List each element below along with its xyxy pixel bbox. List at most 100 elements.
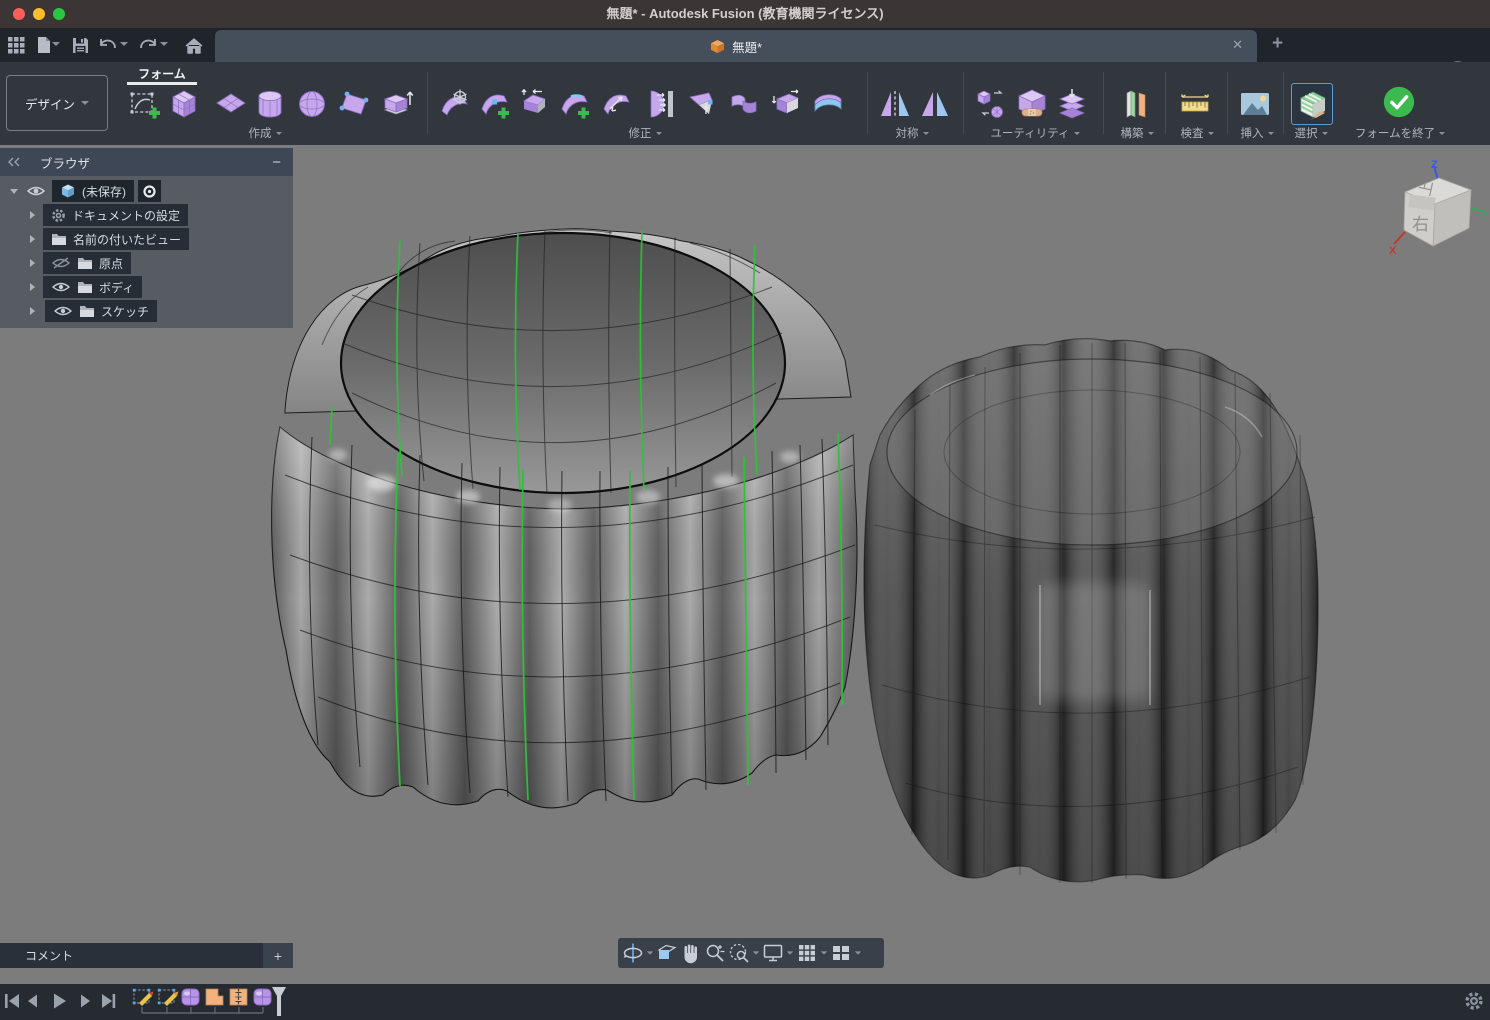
- orbit-icon[interactable]: [622, 942, 644, 964]
- timeline-item-form2[interactable]: [254, 989, 271, 1005]
- timeline-items[interactable]: [128, 984, 298, 1020]
- chevron-right-icon[interactable]: [30, 307, 35, 315]
- flip-normal-icon[interactable]: [726, 86, 762, 122]
- group-label-finish-form[interactable]: フォームを終了: [1340, 126, 1460, 140]
- browser-item-bodies[interactable]: ボディ: [0, 275, 293, 299]
- edit-form-icon[interactable]: [437, 86, 473, 122]
- play-icon: [54, 994, 66, 1009]
- timeline-playback-controls[interactable]: [4, 991, 122, 1011]
- chevron-right-icon[interactable]: [30, 283, 35, 291]
- browser-item-document-settings[interactable]: ドキュメントの設定: [0, 203, 293, 227]
- look-at-icon[interactable]: [656, 942, 678, 964]
- folder-icon: [77, 280, 93, 294]
- fit-icon[interactable]: [728, 942, 750, 964]
- new-tab-button[interactable]: +: [1272, 34, 1283, 54]
- browser-root-row[interactable]: (未保存): [0, 179, 293, 203]
- subdivide-icon[interactable]: [517, 86, 553, 122]
- collapse-panel-icon[interactable]: [8, 157, 20, 167]
- add-comment-button[interactable]: +: [263, 943, 293, 968]
- sphere-icon[interactable]: [294, 86, 330, 122]
- insert-point-icon[interactable]: [477, 86, 513, 122]
- view-cube[interactable]: 上 右 Z Y X: [1383, 158, 1489, 266]
- group-label-create[interactable]: 作成: [228, 126, 302, 140]
- viewports-icon[interactable]: [830, 942, 852, 964]
- browser-item-origin[interactable]: 原点: [0, 251, 293, 275]
- group-label-modify[interactable]: 修正: [608, 126, 682, 140]
- repair-body-icon[interactable]: [1014, 86, 1050, 122]
- extrude-icon[interactable]: [379, 86, 415, 122]
- bevel-edge-icon[interactable]: [642, 86, 678, 122]
- comments-panel[interactable]: コメント +: [0, 943, 293, 968]
- create-sketch-icon[interactable]: [126, 86, 162, 122]
- circular-symmetry-icon[interactable]: [917, 86, 953, 122]
- radio-active-icon[interactable]: [143, 185, 156, 198]
- undo-icon[interactable]: [96, 33, 120, 57]
- viewcube-front-label[interactable]: 右: [1412, 215, 1429, 234]
- finish-form-icon[interactable]: [1381, 84, 1417, 120]
- fit-dropdown[interactable]: [753, 951, 759, 954]
- insert-edge-icon[interactable]: [557, 86, 593, 122]
- unweld-edges-icon[interactable]: [768, 86, 804, 122]
- eye-icon[interactable]: [26, 184, 46, 198]
- pan-icon[interactable]: [680, 942, 702, 964]
- measure-icon[interactable]: [1177, 86, 1213, 122]
- eye-icon[interactable]: [51, 280, 71, 294]
- make-uniform-icon[interactable]: [1054, 86, 1090, 122]
- tspline-body-left[interactable]: [272, 229, 857, 808]
- display-settings-icon[interactable]: [762, 942, 784, 964]
- grid-dropdown[interactable]: [821, 951, 827, 954]
- new-file-dropdown[interactable]: [52, 42, 60, 46]
- face-icon[interactable]: [336, 86, 372, 122]
- timeline-settings-gear-icon[interactable]: [1464, 991, 1484, 1011]
- browser-item-sketches[interactable]: スケッチ: [0, 299, 293, 323]
- home-icon[interactable]: [182, 33, 206, 57]
- cylinder-icon[interactable]: [252, 86, 288, 122]
- zoom-window-button[interactable]: [53, 8, 65, 20]
- zoom-icon[interactable]: [704, 942, 726, 964]
- redo-dropdown[interactable]: [160, 42, 168, 46]
- document-tab[interactable]: 無題* ✕: [215, 30, 1257, 62]
- browser-item-named-views[interactable]: 名前の付いたビュー: [0, 227, 293, 251]
- timeline-item-sketch2[interactable]: [158, 989, 179, 1006]
- display-dropdown[interactable]: [787, 951, 793, 954]
- box-icon[interactable]: [166, 86, 202, 122]
- timeline-item-sketch1[interactable]: [133, 989, 154, 1006]
- thicken-icon[interactable]: [810, 86, 846, 122]
- grid-display-icon[interactable]: [796, 942, 818, 964]
- workspace-switcher[interactable]: デザイン: [6, 75, 108, 131]
- insert-image-icon[interactable]: [1237, 86, 1273, 122]
- close-tab-icon[interactable]: ✕: [1232, 37, 1243, 53]
- mirror-symmetry-icon[interactable]: [877, 86, 913, 122]
- timeline-item-stitch[interactable]: [230, 989, 247, 1005]
- plane-icon[interactable]: [213, 86, 249, 122]
- tab-strip: 無題* ✕ + ?: [0, 28, 1490, 62]
- chevron-right-icon[interactable]: [30, 235, 35, 243]
- eye-icon[interactable]: [53, 304, 73, 318]
- display-mode-icon[interactable]: [974, 86, 1010, 122]
- timeline-item-form1[interactable]: [182, 989, 199, 1005]
- undo-dropdown[interactable]: [120, 42, 128, 46]
- orbit-dropdown[interactable]: [647, 951, 653, 954]
- save-icon[interactable]: [68, 33, 92, 57]
- construct-plane-icon[interactable]: [1117, 86, 1153, 122]
- minimize-panel-button[interactable]: −: [272, 154, 281, 171]
- group-label-symmetry[interactable]: 対称: [875, 126, 949, 140]
- viewports-dropdown[interactable]: [855, 951, 861, 954]
- app-grid-icon[interactable]: [4, 33, 28, 57]
- redo-icon[interactable]: [136, 33, 160, 57]
- tab-form[interactable]: フォーム: [127, 65, 197, 82]
- timeline-marker[interactable]: [272, 987, 286, 1016]
- merge-edge-icon[interactable]: [599, 86, 635, 122]
- group-label-select[interactable]: 選択: [1276, 126, 1346, 140]
- timeline-item-face[interactable]: [206, 989, 223, 1005]
- group-label-utilities[interactable]: ユーティリティ: [985, 126, 1085, 140]
- tspline-body-right[interactable]: [864, 339, 1318, 883]
- minimize-window-button[interactable]: [33, 8, 45, 20]
- chevron-right-icon[interactable]: [30, 259, 35, 267]
- close-window-button[interactable]: [13, 8, 25, 20]
- select-tool-active[interactable]: [1291, 83, 1333, 125]
- eye-hidden-icon[interactable]: [51, 256, 71, 270]
- chevron-down-icon[interactable]: [10, 189, 18, 194]
- bridge-icon[interactable]: [684, 86, 720, 122]
- chevron-right-icon[interactable]: [30, 211, 35, 219]
